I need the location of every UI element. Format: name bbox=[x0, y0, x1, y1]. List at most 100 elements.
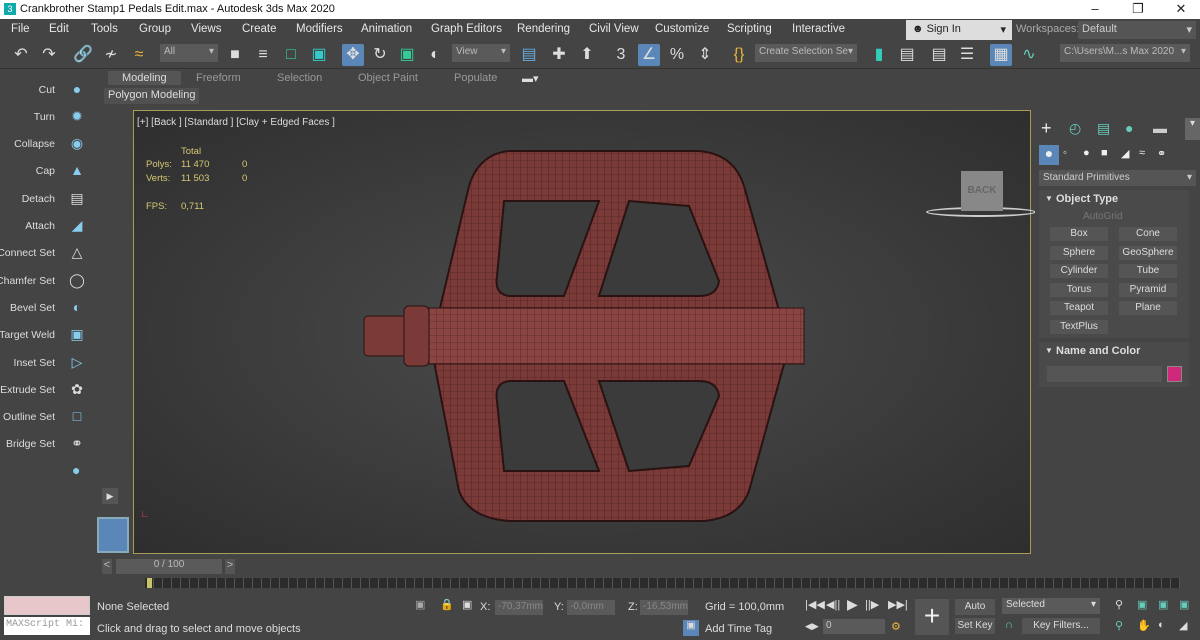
scene-explorer-icon[interactable]: ▤ bbox=[928, 44, 950, 66]
create-tab-icon[interactable]: + bbox=[1041, 118, 1052, 139]
link-icon[interactable]: 🔗 bbox=[72, 44, 94, 66]
auto-key-button[interactable]: Auto Key bbox=[955, 599, 995, 628]
next-frame-icon[interactable]: > bbox=[225, 559, 235, 574]
key-tangent-icon[interactable]: ∩ bbox=[1005, 619, 1013, 631]
pan-hand-icon[interactable]: ✋ bbox=[1137, 619, 1151, 632]
hierarchy-tab-icon[interactable]: ▤ bbox=[1097, 120, 1110, 137]
display-tab-icon[interactable]: ▬ bbox=[1153, 120, 1167, 136]
rollout-collapse-icon[interactable]: ▼ bbox=[1045, 346, 1053, 355]
tool-bevel-set[interactable]: Bevel Set ◐ bbox=[0, 295, 93, 322]
geosphere-button[interactable]: GeoSphere bbox=[1119, 246, 1177, 260]
menu-animation[interactable]: Animation bbox=[361, 23, 412, 35]
zoom-extents-all-icon[interactable]: ▣ bbox=[1179, 598, 1189, 611]
menu-civil-view[interactable]: Civil View bbox=[589, 23, 639, 35]
snaps-toggle-icon[interactable]: 3 bbox=[610, 44, 632, 66]
menu-file[interactable]: File bbox=[11, 23, 30, 35]
menu-create[interactable]: Create bbox=[242, 23, 277, 35]
undo-icon[interactable]: ↶ bbox=[10, 44, 32, 66]
expand-arrow-icon[interactable]: ▶ bbox=[102, 488, 118, 504]
absolute-mode-icon[interactable]: ▣ bbox=[462, 598, 472, 611]
sphere-button[interactable]: Sphere bbox=[1050, 246, 1108, 260]
menu-scripting[interactable]: Scripting bbox=[727, 23, 772, 35]
menu-group[interactable]: Group bbox=[139, 23, 171, 35]
textplus-button[interactable]: TextPlus bbox=[1050, 320, 1108, 334]
tab-freeform[interactable]: Freeform bbox=[196, 72, 241, 84]
autogrid-checkbox[interactable]: AutoGrid bbox=[1083, 211, 1122, 222]
z-coordinate-field[interactable]: -16,53mm bbox=[640, 600, 688, 615]
time-cursor[interactable] bbox=[147, 578, 152, 588]
isolate-selection-icon[interactable]: ▣ bbox=[415, 598, 425, 611]
tool-turn[interactable]: Turn ✹ bbox=[0, 104, 93, 131]
x-coordinate-field[interactable]: -70,37mm bbox=[495, 600, 543, 615]
time-configuration-icon[interactable]: ⚙ bbox=[891, 620, 901, 633]
menu-edit[interactable]: Edit bbox=[49, 23, 69, 35]
tab-modeling[interactable]: Modeling bbox=[108, 71, 181, 85]
project-folder-dropdown[interactable]: C:\Users\M...s Max 2020 ▾ bbox=[1060, 44, 1190, 62]
menu-tools[interactable]: Tools bbox=[91, 23, 118, 35]
rectangular-selection-icon[interactable]: □ bbox=[280, 44, 302, 66]
tool-cap[interactable]: Cap ▲ bbox=[0, 158, 93, 185]
plane-button[interactable]: Plane bbox=[1119, 301, 1177, 315]
viewport-label[interactable]: [+] [Back ] [Standard ] [Clay + Edged Fa… bbox=[137, 117, 335, 128]
helpers-icon[interactable]: ◢ bbox=[1121, 147, 1129, 160]
workspace-select[interactable]: Default ▾ bbox=[1078, 21, 1196, 39]
go-to-end-icon[interactable]: ▶▶| bbox=[888, 598, 908, 611]
tab-populate[interactable]: Populate bbox=[454, 72, 497, 84]
restore-icon[interactable]: ❐ bbox=[1123, 1, 1153, 17]
zoom-icon[interactable]: ⚲ bbox=[1115, 598, 1123, 611]
named-selection-set-dropdown[interactable]: Create Selection Se ▾ bbox=[755, 44, 857, 62]
select-by-name-icon[interactable]: ≡ bbox=[252, 44, 274, 66]
teapot-button[interactable]: Teapot bbox=[1050, 301, 1108, 315]
viewport-layout-icon[interactable] bbox=[97, 517, 129, 553]
tool-detach[interactable]: Detach ▤ bbox=[0, 186, 93, 213]
viewcube-face[interactable]: BACK bbox=[961, 171, 1003, 211]
layer-explorer-icon[interactable]: ☰ bbox=[956, 44, 978, 66]
add-time-tag-button[interactable]: Add Time Tag bbox=[705, 623, 772, 635]
maximize-viewport-icon[interactable]: ◢ bbox=[1179, 619, 1187, 632]
tool-connect-set[interactable]: Connect Set △ bbox=[0, 240, 93, 267]
select-and-place-icon[interactable]: ◐ bbox=[424, 44, 446, 66]
motion-tab-icon[interactable]: ● bbox=[1125, 120, 1133, 136]
object-type-title[interactable]: Object Type bbox=[1056, 193, 1118, 205]
align-icon[interactable]: ▤ bbox=[896, 44, 918, 66]
mirror-icon[interactable]: ▮ bbox=[868, 44, 890, 66]
select-manipulate-icon[interactable]: ✚ bbox=[548, 44, 570, 66]
object-name-input[interactable] bbox=[1047, 366, 1162, 382]
lightbulb-icon[interactable]: ● bbox=[72, 462, 80, 478]
lights-icon[interactable]: ● bbox=[1083, 147, 1090, 159]
ribbon-options-icon[interactable]: ▬▾ bbox=[522, 72, 539, 85]
next-key-icon[interactable]: ||▶ bbox=[865, 598, 879, 611]
set-key-big-icon[interactable]: + bbox=[915, 599, 949, 635]
modify-tab-icon[interactable]: ◴ bbox=[1069, 120, 1081, 137]
pivot-center-icon[interactable]: ▤ bbox=[518, 44, 540, 66]
tool-chamfer-set[interactable]: Chamfer Set ◯ bbox=[0, 268, 93, 295]
menu-modifiers[interactable]: Modifiers bbox=[296, 23, 343, 35]
menu-views[interactable]: Views bbox=[191, 23, 221, 35]
zoom-extents-icon[interactable]: ▣ bbox=[1158, 598, 1168, 611]
play-icon[interactable]: ▶ bbox=[847, 596, 858, 613]
polygon-modeling-panel[interactable]: Polygon Modeling bbox=[104, 88, 200, 104]
edit-named-selection-icon[interactable]: {} bbox=[728, 44, 750, 66]
spinner-snap-icon[interactable]: ⇕ bbox=[694, 44, 716, 66]
bind-space-warp-icon[interactable]: ≈ bbox=[128, 44, 150, 66]
tool-bridge-set[interactable]: Bridge Set ⚭ bbox=[0, 431, 93, 458]
track-bar[interactable] bbox=[145, 578, 1180, 588]
tool-cut[interactable]: Cut ● bbox=[0, 77, 93, 104]
set-key-button[interactable]: Set Key bbox=[955, 618, 995, 634]
menu-graph-editors[interactable]: Graph Editors bbox=[431, 23, 502, 35]
select-and-scale-icon[interactable]: ▣ bbox=[396, 44, 418, 66]
torus-button[interactable]: Torus bbox=[1050, 283, 1108, 297]
select-object-icon[interactable]: ■ bbox=[224, 44, 246, 66]
toggle-ribbon-icon[interactable]: ▦ bbox=[990, 44, 1012, 66]
y-coordinate-field[interactable]: -0,0mm bbox=[567, 600, 615, 615]
pedal-model[interactable] bbox=[359, 146, 809, 526]
minimize-icon[interactable]: – bbox=[1080, 1, 1110, 16]
tab-selection[interactable]: Selection bbox=[277, 72, 322, 84]
selection-filter-dropdown[interactable]: All ▾ bbox=[160, 44, 218, 62]
tab-object-paint[interactable]: Object Paint bbox=[358, 72, 418, 84]
object-color-swatch[interactable] bbox=[1167, 366, 1182, 382]
time-slider[interactable]: 0 / 100 bbox=[116, 559, 222, 574]
window-crossing-icon[interactable]: ▣ bbox=[308, 44, 330, 66]
menu-rendering[interactable]: Rendering bbox=[517, 23, 570, 35]
shapes-icon[interactable]: ◦ bbox=[1063, 147, 1067, 159]
